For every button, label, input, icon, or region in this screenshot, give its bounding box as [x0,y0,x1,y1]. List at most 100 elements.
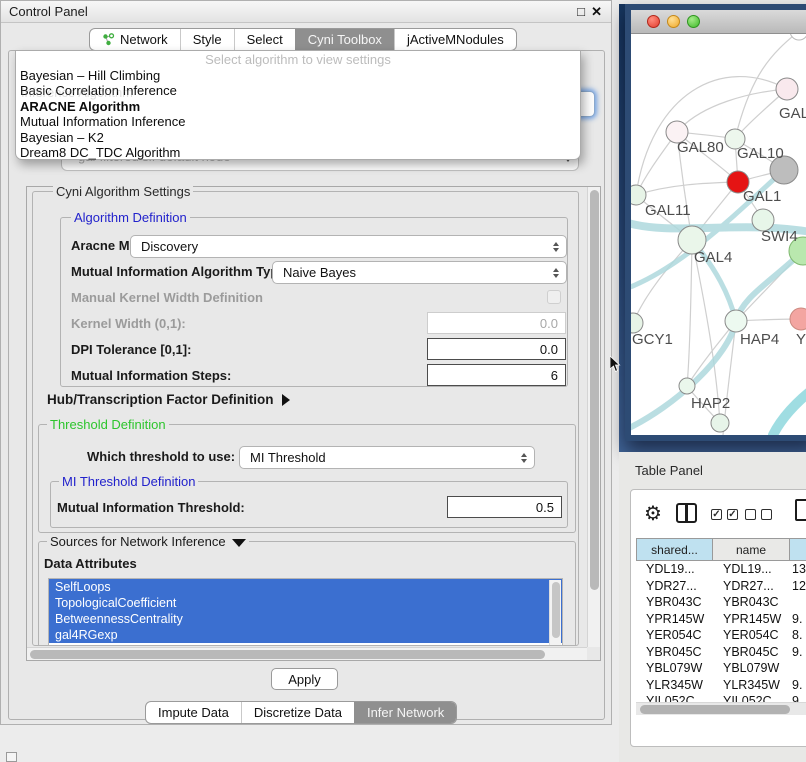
cell[interactable]: YDL19... [636,561,713,578]
cell[interactable]: 13 [790,561,806,578]
tab-jactivemnodules[interactable]: jActiveMNodules [394,29,516,50]
hub-definition-expander[interactable]: Hub/Transcription Factor Definition [47,392,290,407]
tab-network[interactable]: Network [90,29,180,50]
table-header-row[interactable]: shared... name A [636,538,806,561]
settings-vertical-scrollbar[interactable] [587,187,600,647]
cell[interactable]: YBR043C [636,594,713,611]
cell[interactable] [790,594,806,611]
cell[interactable]: YDR27... [713,578,790,595]
cell[interactable]: YER054C [636,627,713,644]
tab-style[interactable]: Style [180,29,234,50]
which-threshold-combo[interactable]: MI Threshold [239,446,535,469]
table-row[interactable]: YBR043C YBR043C [636,594,806,611]
node-hap4[interactable] [725,310,747,332]
aracne-mode-combo[interactable]: Discovery [130,235,567,258]
mi-steps-field[interactable]: 6 [427,364,566,386]
field-value: 0.0 [540,316,558,331]
node-label: SWI4 [761,228,798,245]
cell[interactable]: YPR145W [713,611,790,628]
table-row[interactable]: YDL19... YDL19... 13 [636,561,806,578]
table-row[interactable]: YPR145W YPR145W 9. [636,611,806,628]
list-vertical-scrollbar[interactable] [549,580,561,646]
export-table-icon[interactable] [795,499,806,521]
tab-impute-data[interactable]: Impute Data [146,702,241,723]
sources-collapser[interactable]: Sources for Network Inference [47,534,249,549]
dropdown-item[interactable]: Dream8 DC_TDC Algorithm [16,145,580,160]
cell[interactable]: YLR345W [636,677,713,694]
mi-algorithm-type-combo[interactable]: Naive Bayes [272,261,567,284]
cell[interactable]: 9. [790,611,806,628]
select-all-checkbox-icon[interactable]: ✓ [711,509,722,520]
settings-horizontal-scrollbar[interactable] [27,647,587,660]
table-horizontal-scrollbar[interactable] [636,702,806,715]
node-salmon[interactable] [790,308,806,330]
tab-cyni-toolbox[interactable]: Cyni Toolbox [295,29,394,50]
cell[interactable]: YBL079W [713,660,790,677]
column-header[interactable]: shared... [636,538,713,561]
dropdown-item[interactable]: Bayesian – Hill Climbing [16,68,580,83]
gear-icon[interactable]: ⚙ [644,501,662,526]
group-title: MI Threshold Definition [59,474,198,489]
data-attributes-list[interactable]: SelfLoops TopologicalCoefficient Between… [48,578,563,646]
cell[interactable]: YBR045C [713,644,790,661]
apply-button[interactable]: Apply [271,668,338,690]
show-columns-icon[interactable] [676,503,697,523]
table-row[interactable]: YER054C YER054C 8. [636,627,806,644]
table-row[interactable]: YBR045C YBR045C 9. [636,644,806,661]
tab-label: Style [193,32,222,47]
cell[interactable]: YBL079W [636,660,713,677]
tab-discretize-data[interactable]: Discretize Data [241,702,354,723]
node-label: GAL10 [737,145,784,162]
attribute-item-selected[interactable]: SelfLoops [49,579,562,595]
close-window-icon[interactable]: ✕ [591,4,602,20]
deselect-all-checkbox-icon[interactable] [745,509,756,520]
select-all-checkbox-icon[interactable]: ✓ [727,509,738,520]
node-partial-top[interactable] [790,34,806,40]
cell[interactable]: YBR043C [713,594,790,611]
cell[interactable]: 9. [790,677,806,694]
dropdown-item-selected[interactable]: ARACNE Algorithm [16,99,580,114]
threshold-definition-group: Threshold Definition Which threshold to … [38,424,576,533]
network-window-titlebar[interactable] [631,10,806,34]
dpi-tolerance-field[interactable]: 0.0 [427,338,566,360]
network-view-window[interactable]: GAL GAL80 GAL10 GAL1 GAL11 SWI4 GAL4 GCY… [625,4,806,441]
tab-select[interactable]: Select [234,29,295,50]
deselect-all-checkbox-icon[interactable] [761,509,772,520]
attribute-item-selected[interactable]: BetweennessCentrality [49,611,562,627]
node-bottom[interactable] [711,414,729,432]
dropdown-item[interactable]: Mutual Information Inference [16,114,580,129]
cell[interactable]: YBR045C [636,644,713,661]
collapsed-panel-icon[interactable] [6,752,17,762]
cell[interactable]: YDR27... [636,578,713,595]
cell[interactable]: YDL19... [713,561,790,578]
node-hap2[interactable] [679,378,695,394]
network-canvas[interactable]: GAL GAL80 GAL10 GAL1 GAL11 SWI4 GAL4 GCY… [631,34,806,435]
manual-kernel-width-checkbox[interactable] [547,290,561,304]
cell[interactable]: 9. [790,644,806,661]
node-gal-top[interactable] [776,78,798,100]
tab-infer-network[interactable]: Infer Network [354,702,456,723]
table-row[interactable]: YBL079W YBL079W [636,660,806,677]
cell[interactable]: YLR345W [713,677,790,694]
kernel-width-field[interactable]: 0.0 [427,312,566,334]
cell[interactable]: 8. [790,627,806,644]
cell[interactable]: 12 [790,578,806,595]
node-gcy1[interactable] [631,313,643,333]
attribute-item-selected[interactable]: TopologicalCoefficient [49,595,562,611]
cell[interactable]: YER054C [713,627,790,644]
mi-threshold-field[interactable]: 0.5 [447,496,562,518]
table-row[interactable]: YLR345W YLR345W 9. [636,677,806,694]
float-window-icon[interactable]: □ [577,4,585,19]
dropdown-item[interactable]: Bayesian – K2 [16,130,580,145]
attribute-item-selected[interactable]: gal4RGexp [49,627,562,643]
table-row[interactable]: YDR27... YDR27... 12 [636,578,806,595]
minimize-traffic-light-icon[interactable] [667,15,680,28]
node-gal11[interactable] [631,185,646,205]
zoom-traffic-light-icon[interactable] [687,15,700,28]
node-attribute-table[interactable]: shared... name A YDL19... YDL19... 13 YD… [636,538,806,710]
cell[interactable]: YPR145W [636,611,713,628]
close-traffic-light-icon[interactable] [647,15,660,28]
cell[interactable] [790,660,806,677]
column-header[interactable]: A [790,538,806,561]
column-header[interactable]: name [713,538,790,561]
